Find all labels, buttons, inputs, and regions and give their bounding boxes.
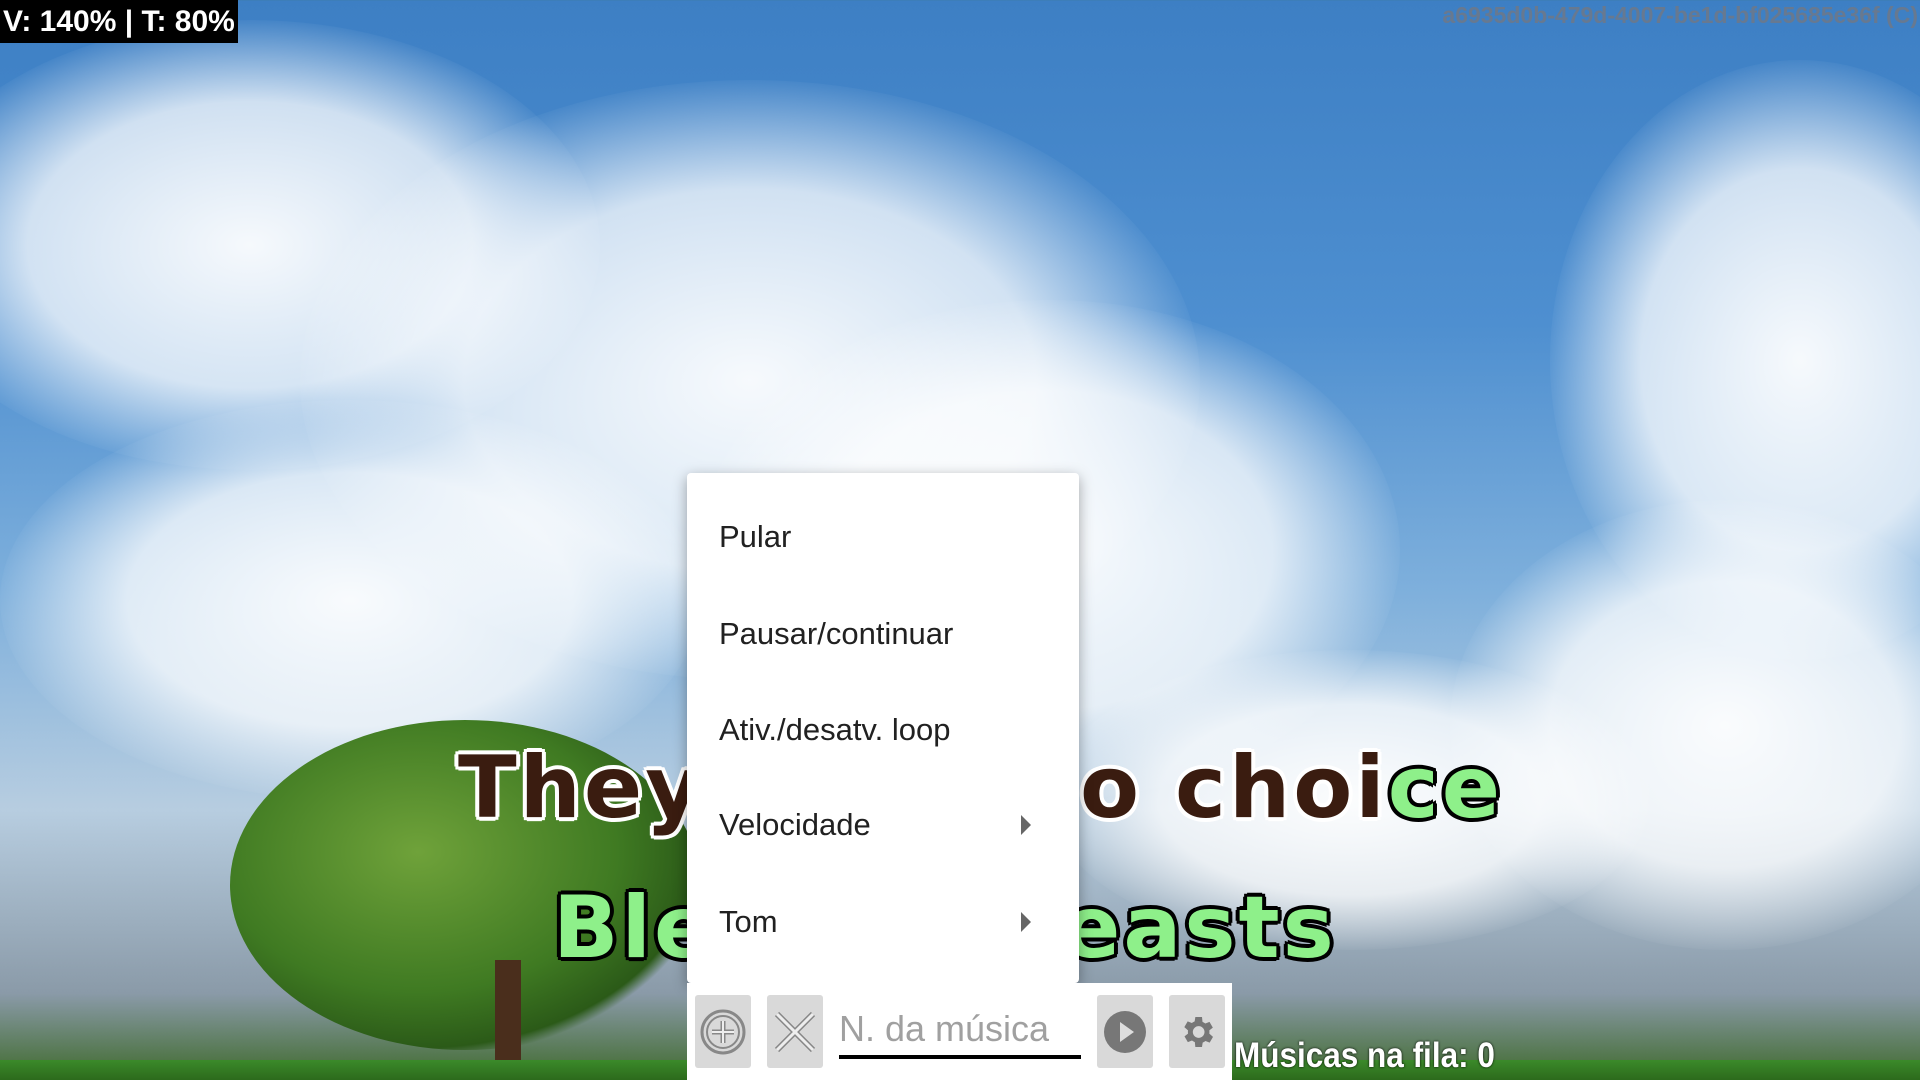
- lyric-line1-end: o choice: [1080, 738, 1503, 838]
- submenu-arrow-icon: [1021, 815, 1031, 835]
- lyric-unsung: o choi: [1080, 738, 1388, 838]
- menu-item-label: Tom: [719, 904, 778, 939]
- menu-item-speed[interactable]: Velocidade: [687, 777, 1079, 873]
- song-number-input[interactable]: [839, 1003, 1081, 1059]
- menu-item-pitch[interactable]: Tom: [687, 874, 1079, 970]
- queue-count: Músicas na fila: 0: [1234, 1036, 1495, 1075]
- play-button[interactable]: [1097, 995, 1153, 1068]
- gear-icon: [1184, 1016, 1213, 1047]
- submenu-arrow-icon: [1021, 912, 1031, 932]
- lyric-line1-start: They: [458, 738, 705, 838]
- menu-item-label: Ativ./desatv. loop: [719, 712, 951, 747]
- plus-circle-icon: [700, 1009, 746, 1054]
- speed-pitch-status: V: 140% | T: 80%: [0, 0, 238, 43]
- play-circle-icon: [1104, 1010, 1146, 1053]
- x-icon: [774, 1011, 816, 1052]
- bottom-toolbar: [687, 983, 1232, 1080]
- add-song-button[interactable]: [695, 995, 751, 1068]
- lyric-line2-end: easts: [1062, 878, 1337, 978]
- menu-item-pause-resume[interactable]: Pausar/continuar: [687, 586, 1079, 682]
- watermark-id: a6935d0b-479d-4007-be1d-bf025685e36f (C): [1442, 2, 1918, 28]
- menu-item-skip[interactable]: Pular: [687, 489, 1079, 585]
- menu-item-label: Velocidade: [719, 807, 871, 842]
- settings-button[interactable]: [1169, 995, 1225, 1068]
- clear-button[interactable]: [767, 995, 823, 1068]
- menu-item-label: Pular: [719, 519, 792, 554]
- menu-item-toggle-loop[interactable]: Ativ./desatv. loop: [687, 682, 1079, 778]
- lyric-sung: ce: [1387, 738, 1504, 838]
- menu-item-label: Pausar/continuar: [719, 616, 954, 651]
- context-menu: Pular Pausar/continuar Ativ./desatv. loo…: [687, 473, 1079, 983]
